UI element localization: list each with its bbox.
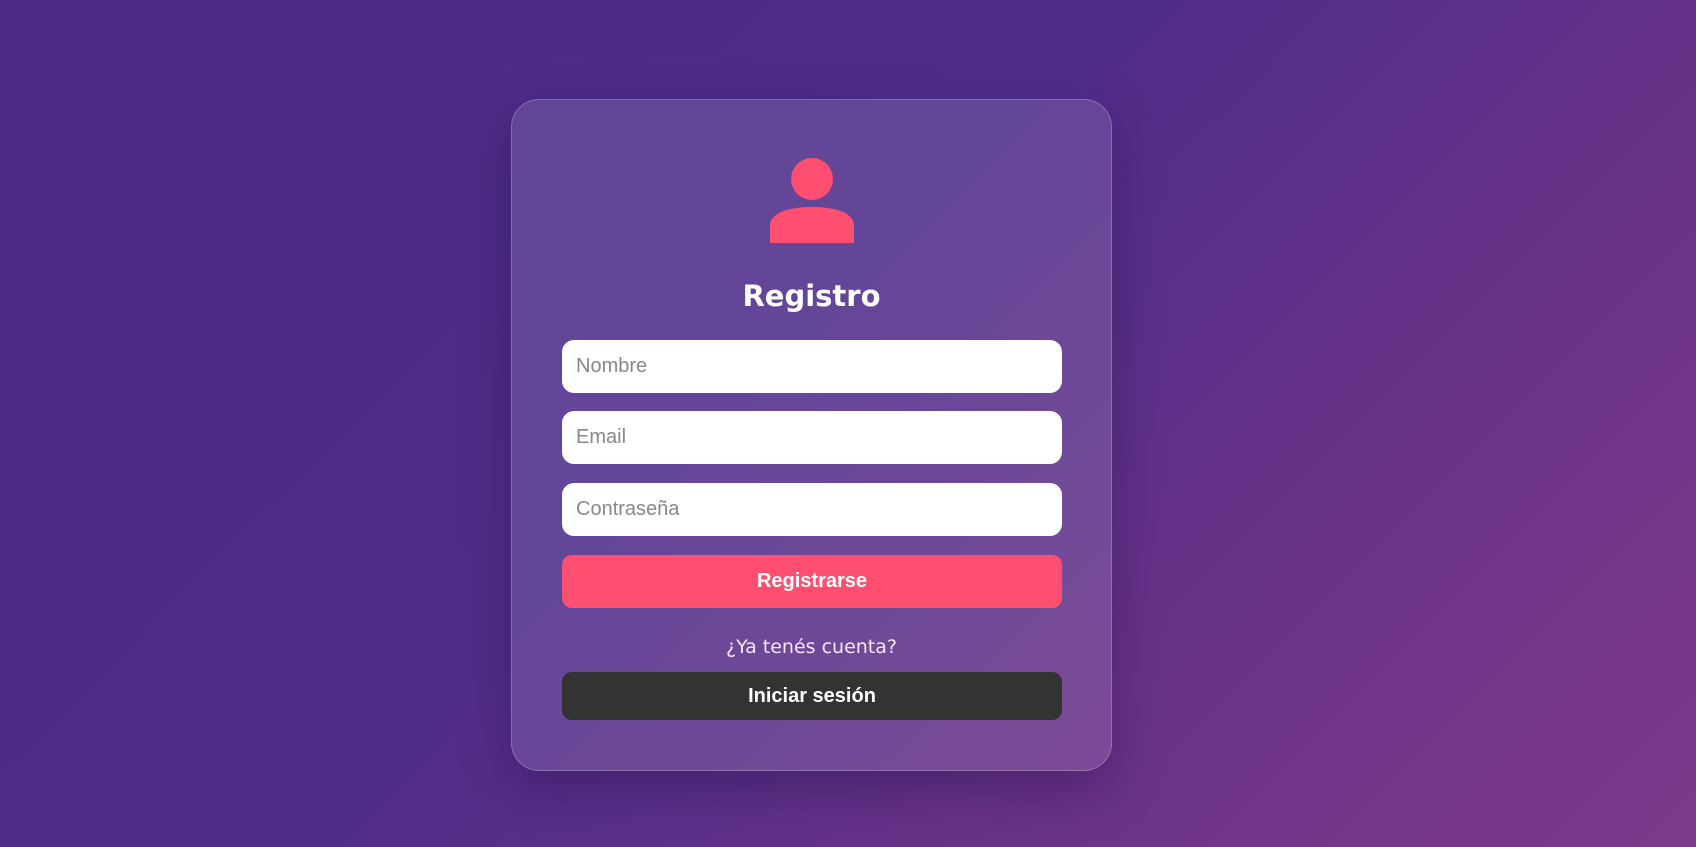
email-input[interactable]: [562, 411, 1062, 464]
register-card: Registro Registrarse ¿Ya tenés cuenta? I…: [511, 99, 1112, 771]
password-input[interactable]: [562, 483, 1062, 536]
login-prompt: ¿Ya tenés cuenta?: [726, 636, 897, 658]
name-input[interactable]: [562, 340, 1062, 393]
user-icon: [770, 158, 854, 243]
form-title: Registro: [742, 279, 881, 313]
register-button[interactable]: Registrarse: [562, 555, 1062, 608]
login-button[interactable]: Iniciar sesión: [562, 672, 1062, 720]
